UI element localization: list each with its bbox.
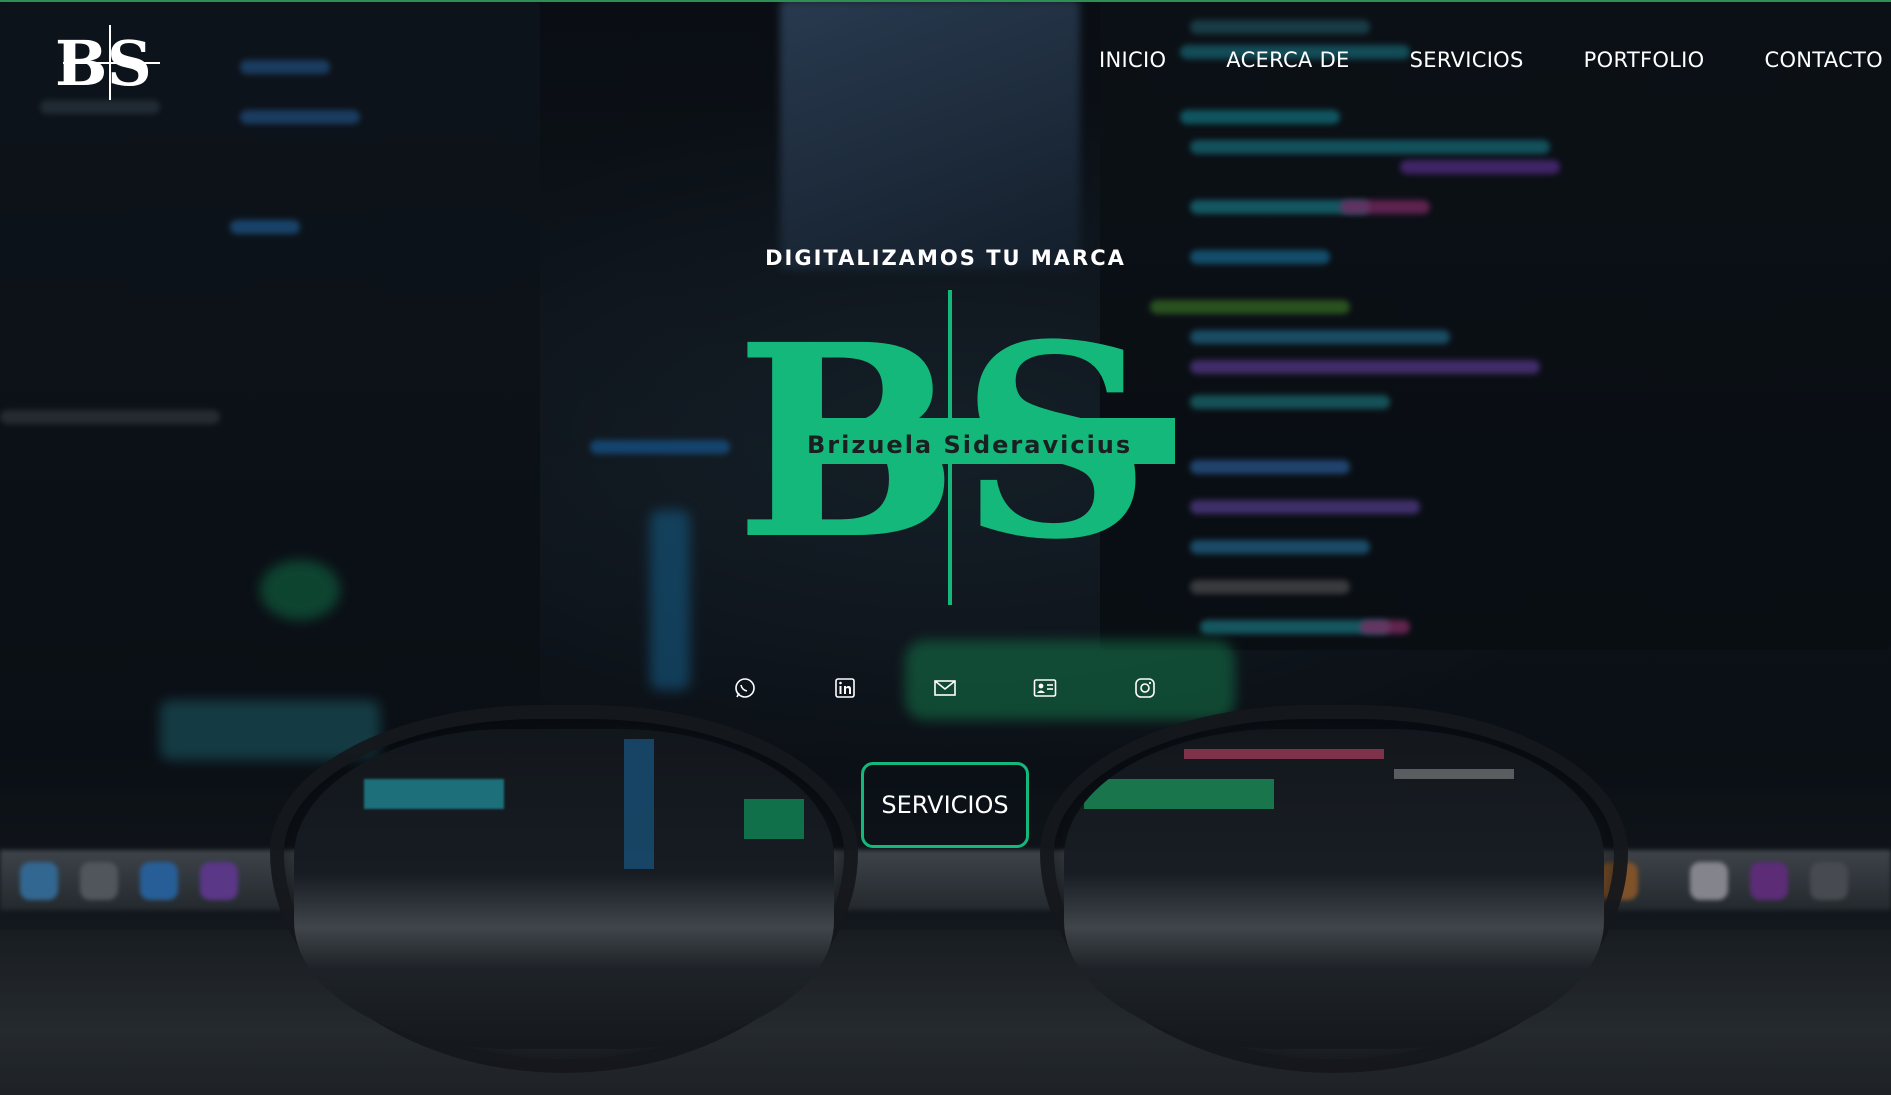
email-icon[interactable] (930, 673, 960, 703)
nav-item-acerca-de[interactable]: ACERCA DE (1226, 48, 1349, 72)
services-cta-button[interactable]: SERVICIOS (861, 762, 1029, 848)
main-nav: INICIO ACERCA DE SERVICIOS PORTFOLIO CON… (1039, 48, 1883, 72)
whatsapp-icon[interactable] (730, 673, 760, 703)
contact-card-icon[interactable] (1030, 673, 1060, 703)
hero-tagline: DIGITALIZAMOS TU MARCA (765, 246, 1126, 270)
social-links (730, 673, 1170, 709)
navbar: B S INICIO ACERCA DE SERVICIOS PORTFOLIO… (0, 0, 1891, 125)
linkedin-icon[interactable] (830, 673, 860, 703)
logo-name-text: Brizuela Sideravicius (807, 431, 1132, 459)
brand-logo-main: B S Brizuela Sideravicius (735, 285, 1185, 615)
nav-item-inicio[interactable]: INICIO (1099, 48, 1166, 72)
nav-item-servicios[interactable]: SERVICIOS (1410, 48, 1524, 72)
brand-logo-small[interactable]: B S (55, 25, 165, 100)
nav-item-portfolio[interactable]: PORTFOLIO (1584, 48, 1705, 72)
instagram-icon[interactable] (1130, 673, 1160, 703)
nav-item-contacto[interactable]: CONTACTO (1764, 48, 1883, 72)
